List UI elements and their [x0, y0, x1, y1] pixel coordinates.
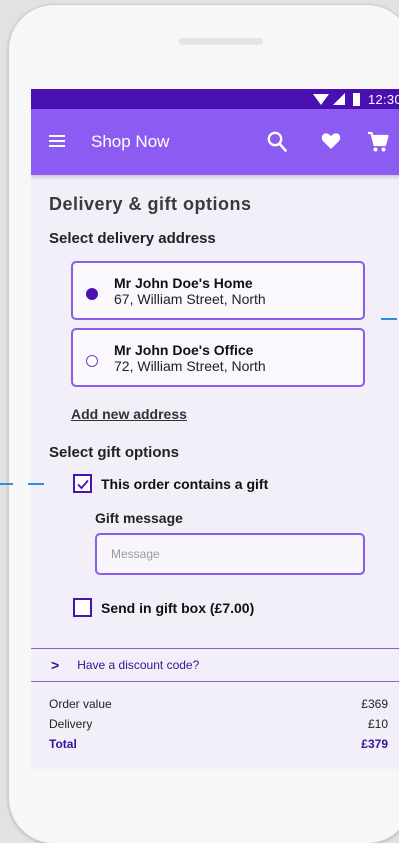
cart-icon[interactable]	[367, 131, 389, 153]
menu-icon[interactable]	[49, 135, 65, 147]
phone-frame: 12:30 Shop Now Delivery & gift options S…	[8, 4, 399, 843]
address-name: Mr John Doe's Home	[114, 275, 253, 291]
chevron-right-icon: >	[51, 657, 60, 673]
status-time: 12:30	[367, 91, 399, 107]
summary-row-total: Total £379	[49, 734, 388, 754]
summary-value: £379	[361, 737, 388, 751]
heart-icon[interactable]	[321, 131, 341, 151]
delivery-section-title: Select delivery address	[49, 230, 216, 247]
address-card-office[interactable]: Mr John Doe's Office 72, William Street,…	[71, 328, 365, 387]
wifi-icon	[312, 93, 329, 105]
discount-code-toggle[interactable]: > Have a discount code?	[31, 648, 399, 682]
app-screen: 12:30 Shop Now Delivery & gift options S…	[31, 89, 399, 769]
contains-gift-option[interactable]: This order contains a gift	[73, 474, 399, 493]
summary-value: £10	[367, 717, 388, 731]
phone-speaker	[179, 38, 263, 45]
gift-section-title: Select gift options	[49, 444, 180, 461]
add-new-address-link[interactable]: Add new address	[71, 406, 187, 422]
address-line: 72, William Street, North	[114, 358, 266, 374]
page-title: Delivery & gift options	[49, 194, 252, 214]
discount-label: Have a discount code?	[77, 658, 200, 672]
annotation-dash	[381, 318, 397, 320]
app-title: Shop Now	[91, 131, 170, 151]
search-icon[interactable]	[267, 131, 287, 153]
signal-icon	[332, 93, 345, 105]
gift-box-checkbox[interactable]	[73, 598, 92, 617]
contains-gift-label: This order contains a gift	[101, 475, 269, 492]
gift-box-option[interactable]: Send in gift box (£7.00)	[73, 598, 399, 617]
battery-icon	[352, 92, 360, 106]
status-bar: 12:30	[31, 89, 399, 109]
order-summary: Order value £369 Delivery £10 Total £379	[31, 694, 399, 754]
check-icon	[77, 479, 89, 490]
gift-box-label: Send in gift box (£7.00)	[101, 599, 255, 616]
summary-row-delivery: Delivery £10	[49, 714, 388, 734]
radio-unselected-icon[interactable]	[86, 355, 98, 367]
app-bar: Shop Now	[31, 109, 399, 175]
radio-selected-icon[interactable]	[86, 288, 98, 300]
delivery-form: Delivery & gift options Select delivery …	[31, 194, 399, 617]
address-card-home[interactable]: Mr John Doe's Home 67, William Street, N…	[71, 261, 365, 320]
gift-message-label: Gift message	[95, 510, 183, 526]
contains-gift-checkbox[interactable]	[73, 474, 92, 493]
gift-message-input[interactable]	[95, 533, 365, 575]
address-name: Mr John Doe's Office	[114, 342, 254, 358]
annotation-dash	[0, 483, 13, 485]
address-line: 67, William Street, North	[114, 291, 266, 307]
summary-row-order-value: Order value £369	[49, 694, 388, 714]
summary-label: Delivery	[49, 717, 93, 731]
summary-value: £369	[361, 697, 388, 711]
annotation-dash	[28, 483, 44, 485]
summary-label: Total	[49, 737, 77, 751]
summary-label: Order value	[49, 697, 112, 711]
